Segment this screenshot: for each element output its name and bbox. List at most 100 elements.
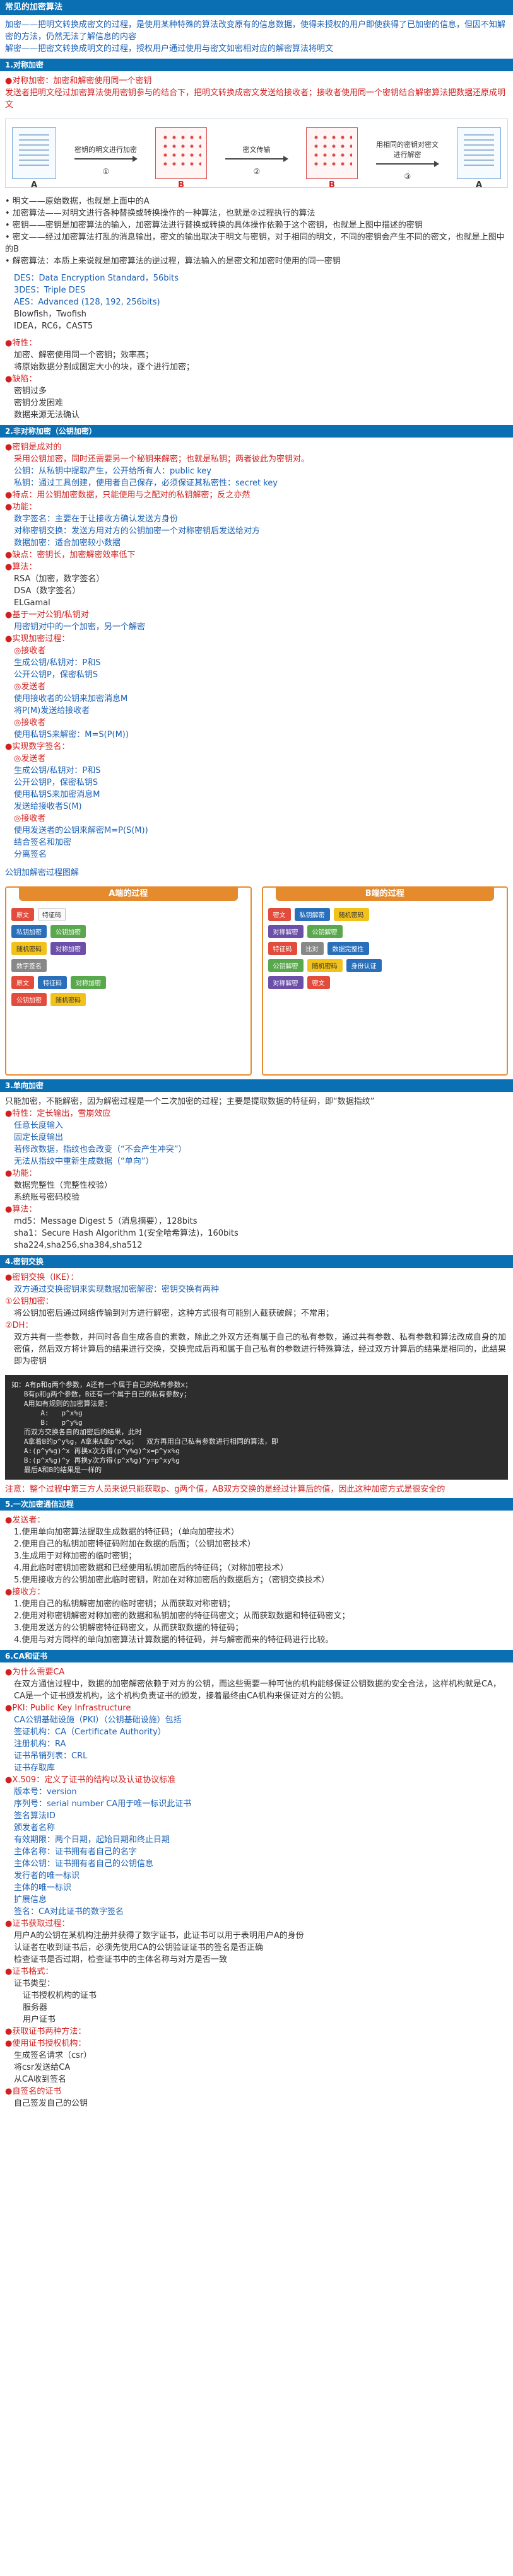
asym-line: ●算法： [5,562,37,572]
asym-line: ●实现数字签名： [5,742,70,751]
ca-line: ●使用证书授权机构： [5,2039,86,2048]
oneway-line: ●功能： [5,1169,37,1178]
asym-line: ●基于一对公钥/私钥对 [5,610,89,620]
ca-line: 发行者的唯一标识 [14,1871,80,1881]
feature-line: 加密、解密使用同一个密钥；效率高； [14,351,154,360]
feature-line: 将原始数据分割成固定大小的块，逐个进行加密； [14,363,195,372]
comm-flow-block: ●发送者： 1.使用单向加密算法提取生成数据的特征码；（单向加密技术） 2.使用… [0,1511,513,1650]
oneway-line: 数据完整性（完整性校验） [14,1181,113,1190]
oneway-line: 固定长度输出 [14,1133,64,1142]
asym-line: 数字签名：主要在于让接收方确认发送方身份 [14,514,179,524]
asym-line: ●特点：用公钥加密数据，只能使用与之配对的私钥解密；反之亦然 [5,490,251,500]
diagram-tag: A [475,180,483,190]
flaws-title: ●缺陷： [5,374,37,384]
oneway-line: 任意长度输入 [14,1121,64,1130]
ca-line: ●证书格式： [5,1967,54,1976]
kx-line: ①公钥加密： [5,1297,54,1306]
oneway-line: ●算法： [5,1205,37,1214]
keyexchange-block: ●密钥交换（IKE）： 双方通过交换密钥来实现数据加密解密：密钥交换有两种 ①公… [0,1268,513,1371]
flow-chip: 公钥解密 [268,959,304,972]
intro-block: 加密——把明文转换成密文的过程，是使用某种特殊的算法改变原有的信息数据，使得未授… [0,15,513,59]
oneway-line: sha1：Secure Hash Algorithm 1(安全哈希算法)，160… [14,1229,239,1238]
flow-chip: 数据完整性 [327,942,369,955]
flow-chip: 随机密码 [50,993,86,1006]
oneway-line: 系统账号密码校验 [14,1193,80,1202]
ca-line: 有效期限：两个日期，起始日期和终止日期 [14,1835,170,1845]
asym-line: ◎接收者 [14,814,46,823]
flow-chip: 数字签名 [11,959,47,972]
flow-chip: 特征码 [268,942,297,955]
algo-line: AES：Advanced (128, 192, 256bits) [14,298,160,307]
dh-code-block: 如：A有p和g两个参数，A还有一个属于自己的私有参数x； B有p和g两个参数，B… [5,1375,508,1480]
asym-line: 对称密钥交换：发送方用对方的公钥加密一个对称密钥后发送给对方 [14,526,261,536]
asym-line: 用密钥对中的一个加密，另一个解密 [14,622,146,632]
asym-line: ◎接收者 [14,718,46,728]
code-line: B: p^y%g [11,1419,83,1427]
code-line: B:(p^x%g)^y 再换y次方得(p^x%g)^y=p^xy%g [11,1456,180,1465]
flow-panel-a: A端的过程 原文 特征码 私钥加密 公钥加密 随机密码 对称加密 数字签名 原文 特征码… [5,886,252,1076]
flow-title: A端的过程 [19,887,238,901]
diagram-caption: 公钥加解密过程图解 [5,868,80,878]
ca-line: 序列号：serial number CA用于唯一标识此证书 [14,1799,192,1809]
flow-line: ●发送者： [5,1516,45,1525]
code-line: 如：A有p和g两个参数，A还有一个属于自己的私有参数x； [11,1381,192,1389]
ca-line: 在双方通信过程中，数据的加密解密依赖于对方的公钥，而这些需要一种可信的机构能够保… [14,1680,501,1701]
asym-line: 分离签名 [14,850,47,859]
step-number: ① [102,167,110,176]
kx-line: 双方通过交换密钥来实现数据加密解密：密钥交换有两种 [14,1285,220,1294]
asym-line: 公开公钥P，保密私钥S [14,670,98,680]
ca-line: 服务器 [23,2003,48,2012]
code-line: A拿着B的p^y%g，A拿来A拿p^x%g； 双方再用自己私有参数进行相同的算法… [11,1437,278,1446]
intro-line: 加密——把明文转换成密文的过程，是使用某种特殊的算法改变原有的信息数据，使得未授… [5,20,506,42]
kx-line: 双方共有一些参数，并同时各自生成各自的素数，除此之外双方还有属于自己的私有参数，… [14,1333,507,1366]
asym-line: ELGamal [14,598,50,608]
algo-line: 3DES：Triple DES [14,286,86,295]
flow-title: B端的过程 [275,887,494,901]
ca-line: ●PKI: Public Key Infrastructure [5,1703,131,1713]
asym-line: 私钥：通过工具创建，使用者自己保存，必须保证其私密性：secret key [14,479,278,488]
ca-line: 主体名称：证书拥有者自己的名字 [14,1847,138,1857]
flow-line: 3.使用发送方的公钥解密特征码密文，从而获取数据的特征码； [14,1623,244,1633]
ca-line: ●获取证书两种方法： [5,2027,86,2036]
flaw-line: 密钥分发困难 [14,398,64,408]
oneway-line: sha224,sha256,sha384,sha512 [14,1241,143,1250]
flow-chip: 随机密码 [307,959,343,972]
pk-flow-diagram: A端的过程 原文 特征码 私钥加密 公钥加密 随机密码 对称加密 数字签名 原文 特征码… [5,886,508,1076]
intro-line: 解密——把密文转换成明文的过程，授权用户通过使用与密文如密相对应的解密算法将明文 [5,44,334,54]
asym-line: ●密钥是成对的 [5,443,62,452]
ca-line: 签名：CA对此证书的数字签名 [14,1907,124,1917]
asym-line: ◎发送者 [14,682,46,692]
flow-chip: 密文 [268,908,291,921]
ca-line: 主体的唯一标识 [14,1883,72,1893]
flow-chip: 身份认证 [346,959,382,972]
asym-line: RSA（加密，数字签名） [14,574,105,584]
term-line: • 加密算法——对明文进行各种替换或转换操作的一种算法，也就是②过程执行的算法 [5,209,315,218]
ca-line: 证书吊销列表：CRL [14,1751,88,1761]
asym-line: 使用私钥S来加密消息M [14,790,100,799]
asym-line: 发送给接收者S(M) [14,802,82,811]
code-line: 最后A和B的结果是一样的 [11,1466,102,1474]
flow-line: 3.生成用于对称加密的临时密钥； [14,1552,137,1561]
ca-line: 主体公钥：证书拥有者自己的公钥信息 [14,1859,154,1869]
encrypt-arrow: 密钥的明文进行加密 ① [74,144,138,176]
ca-line: ●X.509：定义了证书的结构以及认证协议标准 [5,1775,176,1785]
asym-line: 公钥：从私钥中提取产生，公开给所有人：public key [14,467,212,476]
ca-line: 用户证书 [23,2015,56,2024]
ca-line: 从CA收到签名 [14,2075,66,2084]
ca-line: 版本号：version [14,1787,77,1797]
term-line: • 解密算法：本质上来说就是加密算法的逆过程，算法输入的是密文和加密时使用的同一… [5,257,341,266]
asym-line: 结合签名和加密 [14,838,72,847]
ca-block: ●为什么需要CA 在双方通信过程中，数据的加密解密依赖于对方的公钥，而这些需要一… [0,1662,513,2113]
section-header-flow: 5.一次加密通信过程 [0,1498,513,1511]
asym-line: ◎接收者 [14,646,46,656]
asym-line: 生成公钥/私钥对：P和S [14,658,101,668]
decrypt-arrow: 用相同的密钥对密文进行解密 ③ [375,139,439,181]
flow-chip: 对称加密 [50,942,86,955]
ca-line: ●自签名的证书 [5,2087,62,2096]
flow-chip: 随机密码 [11,942,47,955]
flow-chip: 特征码 [38,908,66,920]
code-line: A: p^x%g [11,1409,83,1417]
algo-line: IDEA，RC6，CAST5 [14,322,93,331]
asym-line: 使用接收者的公钥来加密消息M [14,694,128,704]
ca-line: 用户A的公钥在某机构注册并获得了数字证书，此证书可以用于表明用户A的身份 [14,1931,304,1941]
